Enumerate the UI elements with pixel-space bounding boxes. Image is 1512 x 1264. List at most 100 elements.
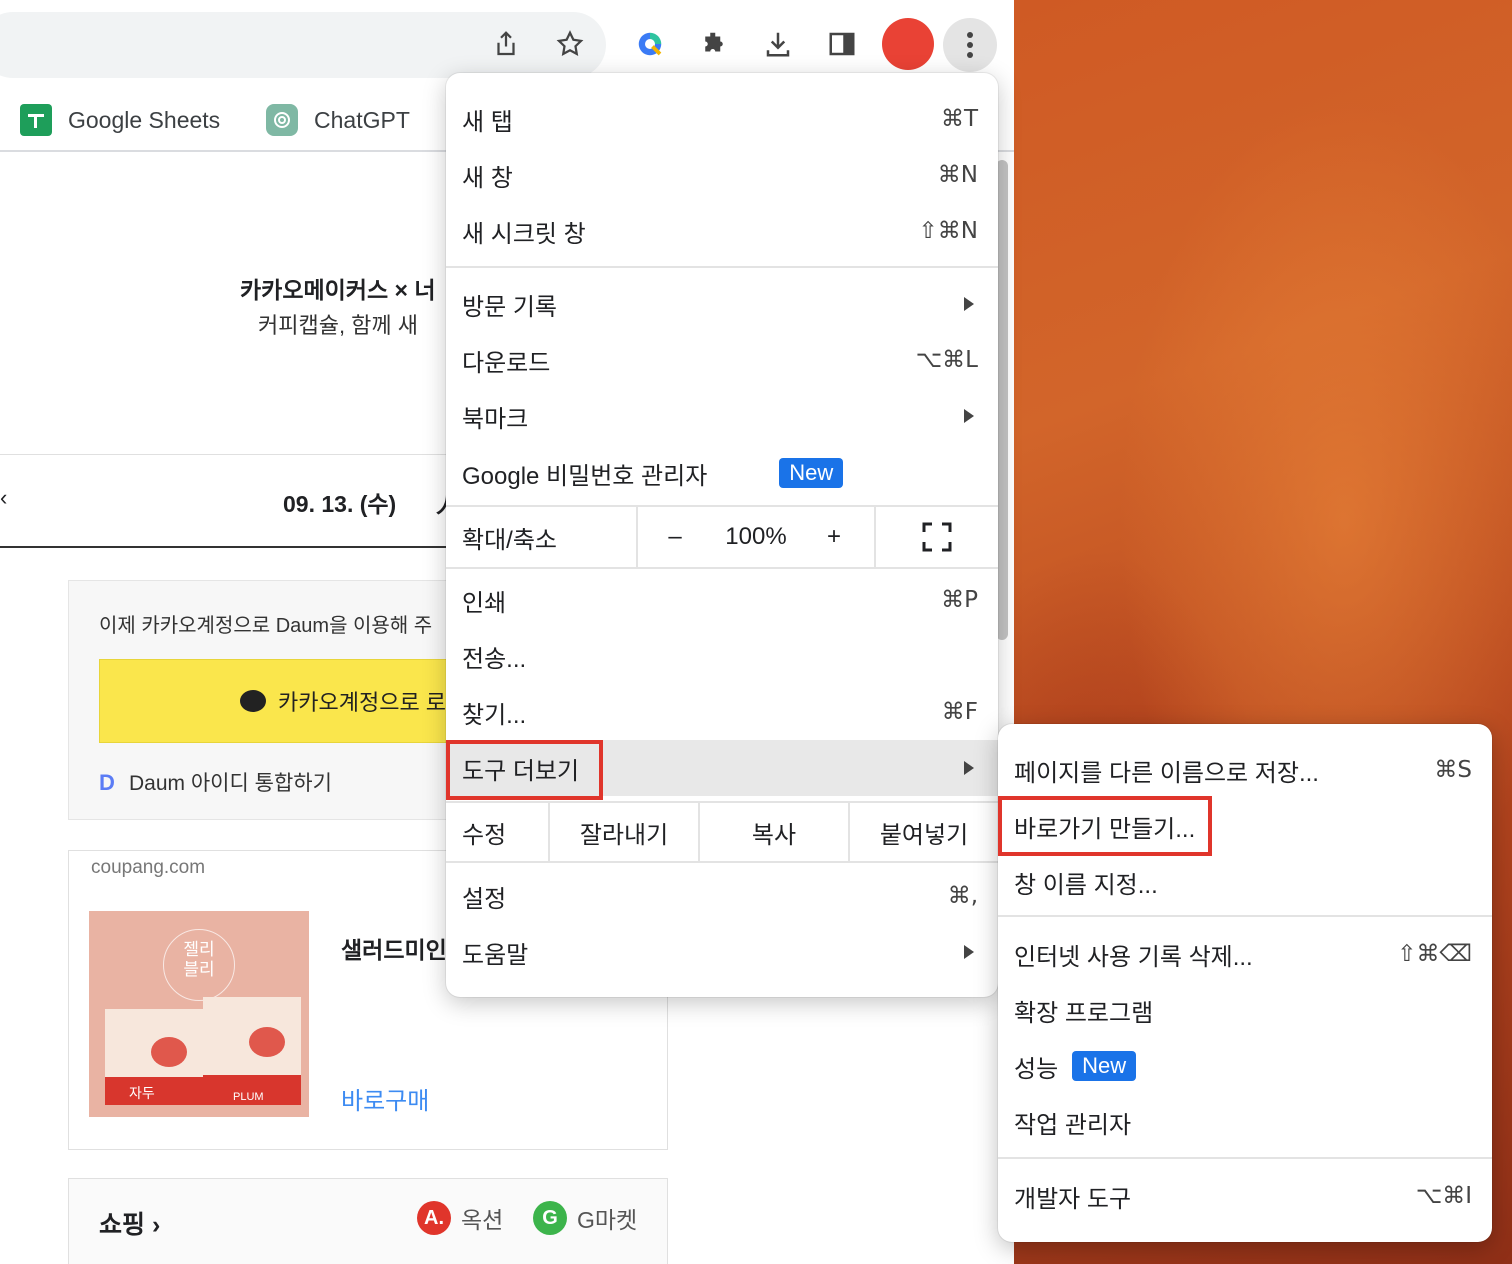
kakao-login-label: 카카오계정으로 로 <box>278 690 447 715</box>
auction-link[interactable]: A. 옥션 <box>417 1201 503 1235</box>
menu-shortcut: ⇧⌘N <box>918 218 978 244</box>
menu-label: 북마크 <box>462 405 529 433</box>
side-panel-icon[interactable] <box>820 22 864 66</box>
menu-item-find[interactable]: 찾기... ⌘F <box>446 684 998 740</box>
menu-divider <box>446 567 998 569</box>
banner-headline[interactable]: 카카오메이커스 × 너 <box>240 271 436 305</box>
login-message: 이제 카카오계정으로 Daum을 이용해 주 <box>99 615 433 637</box>
emblem-line-2: 블리 <box>183 960 215 979</box>
submenu-arrow-icon <box>964 761 974 775</box>
menu-shortcut: ⌘P <box>941 587 978 613</box>
menu-label: 전송... <box>462 645 527 673</box>
menu-item-help[interactable]: 도움말 <box>446 924 998 980</box>
menu-shortcut: ⌥⌘I <box>1415 1183 1472 1209</box>
fullscreen-icon[interactable] <box>876 507 998 567</box>
speech-bubble-icon <box>240 690 266 712</box>
menu-label: 페이지를 다른 이름으로 저장... <box>1014 759 1319 787</box>
menu-item-history[interactable]: 방문 기록 <box>446 276 998 332</box>
menu-item-incognito[interactable]: 새 시크릿 창 ⇧⌘N <box>446 203 998 259</box>
gmarket-link[interactable]: G G마켓 <box>533 1201 637 1235</box>
ad-title[interactable]: 샐러드미인 <box>341 931 447 965</box>
menu-divider <box>998 915 1492 917</box>
submenu-item-task-manager[interactable]: 작업 관리자 <box>998 1094 1492 1150</box>
paste-button[interactable]: 붙여넣기 <box>850 803 998 861</box>
menu-item-new-tab[interactable]: 새 탭 ⌘T <box>446 91 998 147</box>
menu-label: 새 탭 <box>462 108 513 136</box>
product-image[interactable]: 젤리 블리 자두 PLUM <box>89 911 309 1117</box>
menu-label: 성능 <box>1014 1055 1059 1083</box>
bookmark-chatgpt[interactable]: ChatGPT <box>266 100 410 140</box>
bookmark-google-sheets[interactable]: Google Sheets <box>20 100 220 140</box>
more-menu-icon[interactable] <box>943 18 997 72</box>
chatgpt-icon <box>266 104 298 136</box>
menu-label: 새 시크릿 창 <box>462 220 586 248</box>
submenu-item-save-page[interactable]: 페이지를 다른 이름으로 저장... ⌘S <box>998 742 1492 798</box>
shop-link-label: G마켓 <box>577 1207 638 1233</box>
copy-button[interactable]: 복사 <box>700 803 848 861</box>
menu-label: 설정 <box>462 885 507 913</box>
shopping-title-label: 쇼핑 <box>99 1211 146 1239</box>
menu-shortcut: ⌘F <box>941 699 978 725</box>
cut-button[interactable]: 잘라내기 <box>550 803 698 861</box>
share-icon[interactable] <box>484 22 528 66</box>
shopping-title[interactable]: 쇼핑 › <box>99 1205 160 1241</box>
menu-label: 확장 프로그램 <box>1014 999 1154 1027</box>
zoom-out-button[interactable]: – <box>650 507 700 567</box>
menu-label: 도움말 <box>462 941 529 969</box>
daum-logo-icon: D <box>99 770 115 795</box>
menu-label: 방문 기록 <box>462 293 557 321</box>
chrome-menu: 새 탭 ⌘T 새 창 ⌘N 새 시크릿 창 ⇧⌘N 방문 기록 다운로드 ⌥⌘L… <box>446 73 998 997</box>
zoom-level: 100% <box>725 523 787 550</box>
submenu-item-name-window[interactable]: 창 이름 지정... <box>998 854 1492 910</box>
menu-label: 개발자 도구 <box>1014 1185 1132 1213</box>
menu-label: Google 비밀번호 관리자 <box>462 462 708 490</box>
menu-divider <box>998 1157 1492 1159</box>
daum-id-link[interactable]: D Daum 아이디 통합하기 <box>99 767 332 797</box>
edit-label: 수정 <box>462 821 507 849</box>
bookmark-label: Google Sheets <box>68 106 221 133</box>
zoom-in-button[interactable]: + <box>810 507 858 567</box>
submenu-item-performance[interactable]: 성능 New <box>998 1038 1492 1094</box>
menu-item-print[interactable]: 인쇄 ⌘P <box>446 572 998 628</box>
menu-label: 인터넷 사용 기록 삭제... <box>1014 943 1253 971</box>
menu-shortcut: ⌘N <box>937 162 978 188</box>
chevron-right-icon: › <box>151 1211 161 1239</box>
menu-label: 찾기... <box>462 701 527 729</box>
profile-avatar[interactable] <box>882 18 934 70</box>
edit-row: 수정 잘라내기 복사 붙여넣기 <box>446 803 998 861</box>
auction-logo-icon: A. <box>417 1201 451 1235</box>
menu-item-downloads[interactable]: 다운로드 ⌥⌘L <box>446 332 998 388</box>
new-badge: New <box>1072 1051 1137 1081</box>
bookmark-star-icon[interactable] <box>548 22 592 66</box>
daum-link-label: Daum 아이디 통합하기 <box>129 772 332 795</box>
date-text: 09. 13. (수) <box>283 491 397 517</box>
menu-label: 작업 관리자 <box>1014 1111 1132 1139</box>
menu-shortcut: ⇧⌘⌫ <box>1397 941 1472 967</box>
buy-now-link[interactable]: 바로구매 <box>341 1081 429 1116</box>
download-icon[interactable] <box>756 22 800 66</box>
menu-shortcut: ⌘S <box>1434 757 1472 783</box>
box-label: PLUM <box>233 1091 264 1103</box>
submenu-arrow-icon <box>964 945 974 959</box>
menu-shortcut: ⌘, <box>947 883 978 909</box>
menu-label: 인쇄 <box>462 589 507 617</box>
submenu-item-extensions[interactable]: 확장 프로그램 <box>998 982 1492 1038</box>
extension-color-icon[interactable] <box>628 22 672 66</box>
menu-item-bookmarks[interactable]: 북마크 <box>446 388 998 444</box>
submenu-arrow-icon <box>964 297 974 311</box>
gmarket-logo-icon: G <box>533 1201 567 1235</box>
peach-image <box>249 1027 285 1057</box>
submenu-arrow-icon <box>964 409 974 423</box>
new-badge: New <box>779 458 844 488</box>
submenu-item-clear-data[interactable]: 인터넷 사용 기록 삭제... ⇧⌘⌫ <box>998 926 1492 982</box>
emblem-line-1: 젤리 <box>183 940 215 959</box>
menu-shortcut: ⌥⌘L <box>915 347 978 373</box>
extensions-puzzle-icon[interactable] <box>692 22 736 66</box>
menu-item-password-manager[interactable]: Google 비밀번호 관리자 New <box>446 445 998 501</box>
ad-source: coupang.com <box>91 857 206 878</box>
menu-item-settings[interactable]: 설정 ⌘, <box>446 868 998 924</box>
menu-item-cast[interactable]: 전송... <box>446 628 998 684</box>
menu-item-new-window[interactable]: 새 창 ⌘N <box>446 147 998 203</box>
submenu-item-dev-tools[interactable]: 개발자 도구 ⌥⌘I <box>998 1168 1492 1224</box>
chevron-left-icon[interactable]: ‹ <box>0 485 7 511</box>
